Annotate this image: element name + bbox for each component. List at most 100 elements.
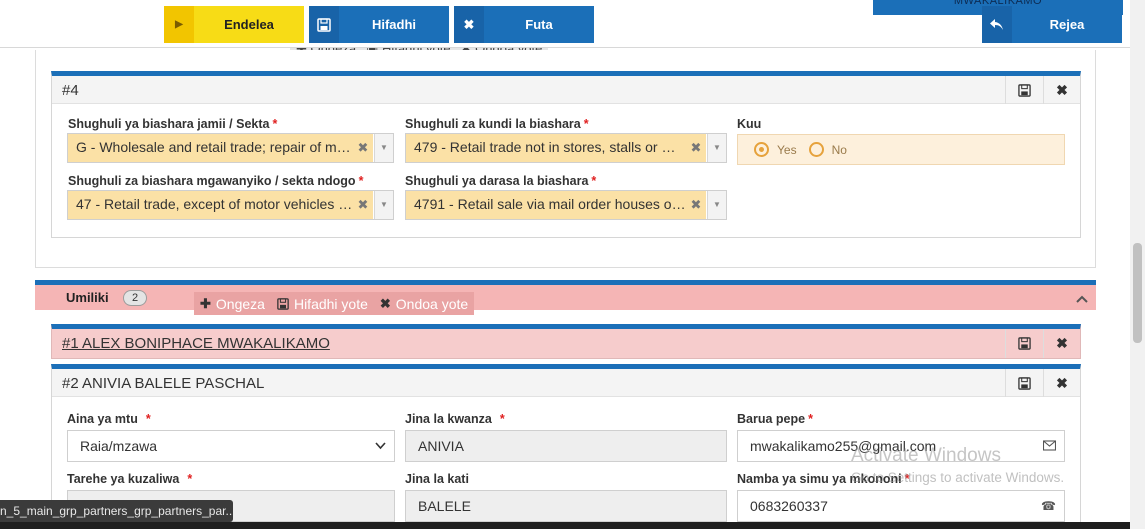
- radio-yes-label: Yes: [777, 142, 797, 157]
- division-label-text: Shughuli za biashara mgawanyiko / sekta …: [68, 174, 356, 188]
- activity-card-header: #4 ✖: [52, 76, 1080, 104]
- class-label: Shughuli ya darasa la biashara *: [405, 174, 596, 188]
- owner-2-header: #2 ANIVIA BALELE PASCHAL ✖: [52, 369, 1080, 397]
- sector-select[interactable]: G - Wholesale and retail trade; repair o…: [67, 133, 394, 163]
- save-icon[interactable]: [1005, 76, 1042, 104]
- add-owner-button[interactable]: ✚ Ongeza: [200, 296, 265, 312]
- owner-2-title: #2 ANIVIA BALELE PASCHAL: [62, 375, 265, 392]
- required-marker: *: [583, 117, 589, 131]
- chevron-down-icon: [375, 431, 386, 473]
- top-toolbar: MWAKALIKAMO ▶ Endelea Hifadhi ✖ Futa Rej…: [0, 0, 1130, 48]
- chevron-down-icon[interactable]: ▼: [707, 134, 726, 162]
- clear-icon[interactable]: ✖: [353, 134, 373, 162]
- clear-icon[interactable]: ✖: [686, 134, 706, 162]
- add-owner-label: Ongeza: [215, 295, 265, 312]
- class-value: 4791 - Retail sale via mail order houses…: [406, 191, 686, 219]
- radio-yes[interactable]: Yes: [754, 142, 797, 157]
- mobile-value: 0683260337: [750, 498, 828, 514]
- close-icon[interactable]: ✖: [1043, 76, 1080, 104]
- group-select[interactable]: 479 - Retail trade not in stores, stalls…: [405, 133, 727, 163]
- chevron-down-icon[interactable]: ▼: [374, 134, 393, 162]
- required-marker: *: [358, 174, 364, 188]
- ownership-actions: ✚ Ongeza Hifadhi yote ✖ Ondoa yote: [194, 292, 475, 315]
- ownership-count-badge: 2: [123, 290, 147, 306]
- dob-label-text: Tarehe ya kuzaliwa: [67, 472, 180, 486]
- continue-button[interactable]: ▶ Endelea: [164, 6, 304, 43]
- activate-windows-subtitle: Go to Settings to activate Windows.: [851, 470, 1065, 485]
- ownership-section-header[interactable]: Umiliki 2 ✚ Ongeza Hifadhi yote ✖ Ondoa yo…: [35, 280, 1096, 315]
- status-bar: [0, 522, 1130, 529]
- remove-all-label: Ondoa yote: [395, 295, 469, 312]
- save-icon: [309, 6, 339, 43]
- person-type-select[interactable]: Raia/mzawa: [67, 430, 395, 462]
- phone-icon: ☎: [1041, 499, 1056, 513]
- remove-all-button[interactable]: ✖ Ondoa yote: [380, 296, 468, 312]
- envelope-icon: [1042, 431, 1057, 472]
- group-label-text: Shughuli za kundi la biashara: [405, 117, 581, 131]
- radio-no-label: No: [831, 142, 847, 157]
- delete-button[interactable]: ✖ Futa: [454, 6, 594, 43]
- close-icon[interactable]: ✖: [1043, 369, 1080, 397]
- division-label: Shughuli za biashara mgawanyiko / sekta …: [68, 174, 363, 188]
- save-icon: [277, 297, 289, 310]
- radio-checked-icon: [754, 142, 769, 157]
- continue-label: Endelea: [224, 17, 274, 32]
- page-scrollbar[interactable]: [1130, 0, 1145, 529]
- chevron-down-icon[interactable]: ▼: [374, 191, 393, 219]
- group-label: Shughuli za kundi la biashara *: [405, 117, 589, 131]
- main-radio-group: Yes No: [737, 134, 1065, 165]
- clear-icon[interactable]: ✖: [686, 191, 706, 219]
- required-marker: *: [272, 117, 278, 131]
- required-marker: *: [187, 472, 193, 486]
- email-label-text: Barua pepe: [737, 412, 806, 426]
- required-marker: *: [591, 174, 597, 188]
- owner-card-1[interactable]: #1 ALEX BONIPHACE MWAKALIKAMO ✖: [51, 324, 1081, 359]
- chevron-down-icon[interactable]: ▼: [707, 191, 726, 219]
- close-icon: ✖: [454, 6, 484, 43]
- dob-label: Tarehe ya kuzaliwa *: [67, 472, 192, 486]
- division-select[interactable]: 47 - Retail trade, except of motor vehic…: [67, 190, 394, 220]
- play-icon: ▶: [164, 6, 194, 43]
- activate-windows-title: Activate Windows: [851, 445, 1001, 466]
- sector-value: G - Wholesale and retail trade; repair o…: [68, 134, 353, 162]
- radio-unchecked-icon: [808, 142, 824, 157]
- save-icon[interactable]: [1005, 329, 1042, 358]
- ownership-title: Umiliki: [66, 290, 109, 305]
- close-icon[interactable]: ✖: [1043, 329, 1080, 358]
- main-label: Kuu: [737, 117, 762, 131]
- email-label: Barua pepe *: [737, 412, 813, 426]
- delete-label: Futa: [525, 17, 553, 32]
- required-marker: *: [145, 412, 151, 426]
- activity-card-title: #4: [62, 82, 79, 99]
- chevron-up-icon[interactable]: [1076, 292, 1088, 306]
- save-icon[interactable]: [1005, 369, 1042, 397]
- clear-icon[interactable]: ✖: [353, 191, 373, 219]
- scrollbar-thumb[interactable]: [1133, 243, 1142, 343]
- first-name-field[interactable]: ANIVIA: [405, 430, 727, 462]
- plus-icon: ✚: [200, 295, 211, 311]
- mobile-field[interactable]: 0683260337 ☎: [737, 490, 1065, 522]
- class-label-text: Shughuli ya darasa la biashara: [405, 174, 589, 188]
- division-value: 47 - Retail trade, except of motor vehic…: [68, 191, 353, 219]
- save-button[interactable]: Hifadhi: [309, 6, 449, 43]
- save-all-label: Hifadhi yote: [293, 295, 368, 312]
- required-marker: *: [808, 412, 813, 426]
- person-type-label: Aina ya mtu *: [67, 412, 151, 426]
- back-button[interactable]: Rejea: [982, 6, 1122, 43]
- back-label: Rejea: [1049, 17, 1085, 32]
- owner-1-title[interactable]: #1 ALEX BONIPHACE MWAKALIKAMO: [62, 335, 330, 352]
- save-all-button[interactable]: Hifadhi yote: [277, 296, 368, 312]
- group-value: 479 - Retail trade not in stores, stalls…: [406, 134, 686, 162]
- sector-label-text: Shughuli ya biashara jamii / Sekta: [68, 117, 270, 131]
- class-select[interactable]: 4791 - Retail sale via mail order houses…: [405, 190, 727, 220]
- link-status-tooltip: n_5_main_grp_partners_grp_partners_par..…: [0, 500, 233, 522]
- back-arrow-icon: [982, 6, 1012, 43]
- first-name-label: Jina la kwanza *: [405, 412, 505, 426]
- middle-name-field[interactable]: BALELE: [405, 490, 727, 522]
- save-label: Hifadhi: [371, 17, 417, 32]
- person-type-value: Raia/mzawa: [80, 438, 158, 454]
- sector-label: Shughuli ya biashara jamii / Sekta *: [68, 117, 277, 131]
- first-name-label-text: Jina la kwanza: [405, 412, 492, 426]
- radio-no[interactable]: No: [808, 142, 847, 157]
- person-type-label-text: Aina ya mtu: [67, 412, 138, 426]
